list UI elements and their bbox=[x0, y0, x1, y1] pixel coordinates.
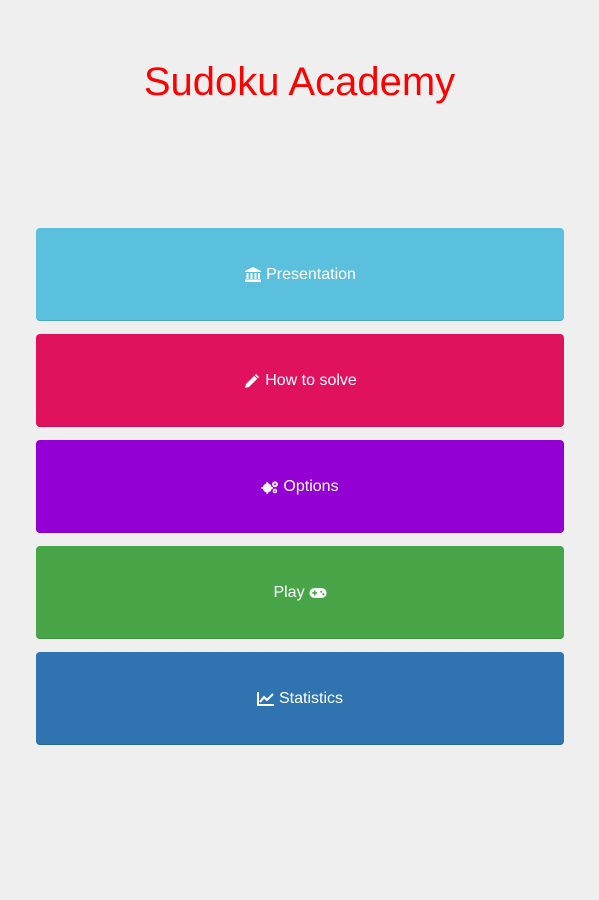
play-label: Play bbox=[273, 583, 305, 601]
statistics-label: Statistics bbox=[278, 689, 343, 707]
how-to-solve-button[interactable]: How to solve bbox=[36, 334, 564, 427]
presentation-label: Presentation bbox=[266, 265, 356, 283]
main-menu: Presentation How to solve Options Play S… bbox=[36, 228, 564, 758]
bank-icon bbox=[244, 266, 262, 284]
options-button[interactable]: Options bbox=[36, 440, 564, 533]
options-label: Options bbox=[283, 477, 339, 495]
presentation-button[interactable]: Presentation bbox=[36, 228, 564, 321]
gamepad-icon bbox=[308, 584, 327, 602]
line-chart-icon bbox=[256, 690, 275, 708]
cogs-icon bbox=[261, 478, 279, 496]
statistics-button[interactable]: Statistics bbox=[36, 652, 564, 745]
app-title: Sudoku Academy bbox=[143, 60, 456, 104]
how-to-solve-label: How to solve bbox=[265, 371, 357, 389]
play-button[interactable]: Play bbox=[36, 546, 564, 639]
pencil-icon bbox=[243, 372, 261, 390]
